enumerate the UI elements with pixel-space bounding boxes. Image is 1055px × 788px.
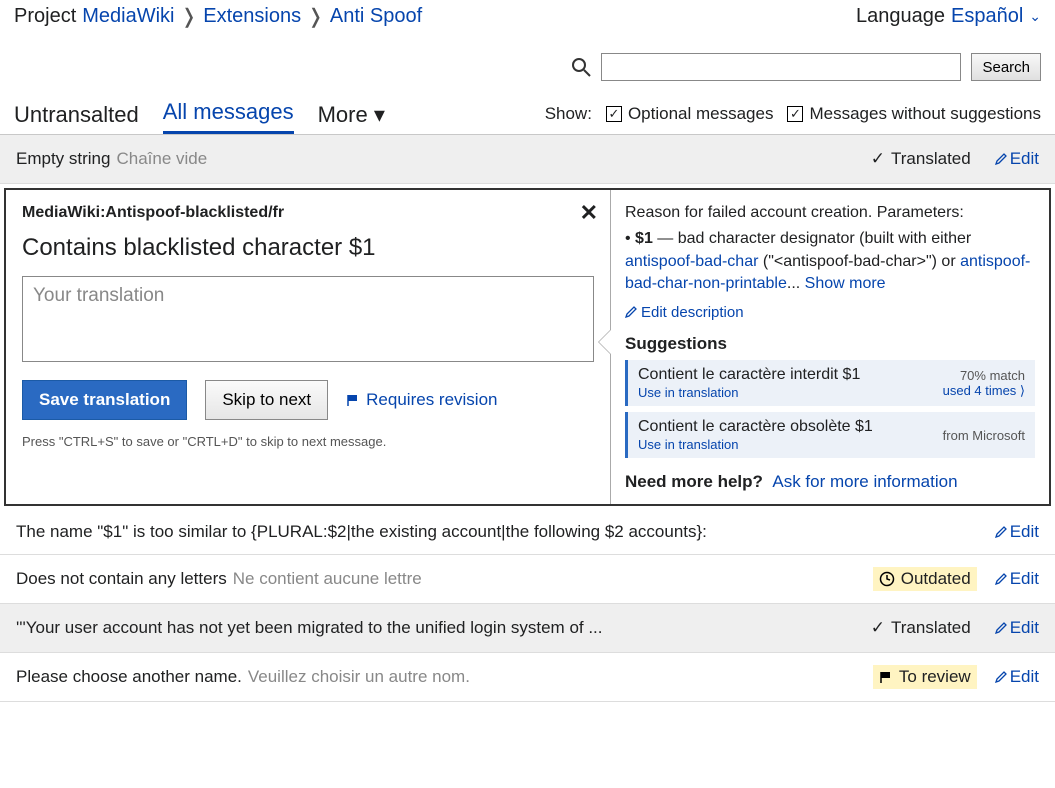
message-row[interactable]: Does not contain any letters Ne contient… (0, 555, 1055, 604)
requires-revision-link[interactable]: Requires revision (346, 390, 497, 410)
message-source: Empty string (16, 149, 110, 169)
edit-link[interactable]: Edit (995, 149, 1039, 169)
suggestion-meta: from Microsoft (943, 428, 1025, 443)
search-input[interactable] (601, 53, 961, 81)
suggestion-item[interactable]: Contient le caractère obsolète $1Use in … (625, 412, 1035, 458)
chevron-down-icon: ⌄ (1029, 8, 1041, 25)
suggestion-meta: 70% matchused 4 times ⟩ (943, 368, 1025, 399)
clock-icon (879, 571, 895, 587)
breadcrumb: Project MediaWiki ❭ Extensions ❭ Anti Sp… (14, 4, 422, 29)
message-row[interactable]: Empty string Chaîne vide ✓Translated Edi… (0, 135, 1055, 184)
breadcrumb-antispoof[interactable]: Anti Spoof (330, 5, 422, 28)
message-translation: Chaîne vide (116, 149, 207, 169)
edit-link[interactable]: Edit (995, 522, 1039, 542)
flag-icon (879, 670, 893, 684)
skip-button[interactable]: Skip to next (205, 380, 328, 420)
message-translation: Ne contient aucune lettre (233, 569, 422, 589)
suggestion-text: Contient le caractère interdit $1 (638, 366, 860, 384)
close-icon[interactable]: ✕ (580, 200, 598, 226)
translation-input[interactable]: Your translation (22, 276, 594, 362)
chevron-right-icon: ❭ (307, 4, 324, 29)
breadcrumb-mediawiki[interactable]: MediaWiki (82, 5, 174, 28)
chevron-right-icon: ❭ (181, 4, 198, 29)
edit-link[interactable]: Edit (995, 618, 1039, 638)
keyboard-hint: Press "CTRL+S" to save or "CRTL+D" to sk… (22, 434, 594, 449)
edit-description-link[interactable]: Edit description (625, 304, 744, 321)
editor-message-title: MediaWiki:Antispoof-blacklisted/fr (22, 204, 594, 222)
language-selector[interactable]: Language Español ⌄ (856, 5, 1041, 28)
check-icon: ✓ (871, 149, 885, 169)
status-translated: ✓Translated (865, 147, 977, 171)
message-translation: Veuillez choisir un autre nom. (248, 667, 470, 687)
message-row[interactable]: '''Your user account has not yet been mi… (0, 604, 1055, 653)
language-label: Language (856, 5, 945, 28)
message-source: Please choose another name. (16, 667, 242, 687)
language-value: Español (951, 5, 1023, 28)
need-more-help: Need more help? Ask for more information (625, 472, 1035, 492)
checkbox-without-suggestions[interactable]: ✓Messages without suggestions (787, 104, 1041, 124)
message-source: Does not contain any letters (16, 569, 227, 589)
translation-editor: MediaWiki:Antispoof-blacklisted/fr ✕ Con… (4, 188, 1051, 506)
caret-down-icon: ▾ (374, 102, 385, 127)
message-description: Reason for failed account creation. Para… (625, 202, 1035, 296)
link-antispoof-bad-char[interactable]: antispoof-bad-char (625, 253, 758, 270)
tab-more[interactable]: More ▾ (318, 102, 385, 134)
edit-link[interactable]: Edit (995, 569, 1039, 589)
check-icon: ✓ (871, 618, 885, 638)
checkbox-optional-messages[interactable]: ✓Optional messages (606, 104, 774, 124)
message-row[interactable]: Please choose another name. Veuillez cho… (0, 653, 1055, 702)
message-source: '''Your user account has not yet been mi… (16, 618, 603, 638)
tab-all-messages[interactable]: All messages (163, 99, 294, 134)
message-row[interactable]: The name "$1" is too similar to {PLURAL:… (0, 510, 1055, 555)
edit-link[interactable]: Edit (995, 667, 1039, 687)
search-icon (571, 57, 591, 77)
tab-untranslated[interactable]: Untransalted (14, 102, 139, 134)
status-to-review: To review (873, 665, 977, 689)
editor-source-text: Contains blacklisted character $1 (22, 234, 594, 262)
suggestion-text: Contient le caractère obsolète $1 (638, 418, 873, 436)
search-button[interactable]: Search (971, 53, 1041, 81)
ask-for-information-link[interactable]: Ask for more information (772, 472, 957, 491)
use-in-translation-link[interactable]: Use in translation (638, 385, 860, 400)
breadcrumb-extensions[interactable]: Extensions (203, 5, 301, 28)
status-translated: ✓Translated (865, 616, 977, 640)
message-source: The name "$1" is too similar to {PLURAL:… (16, 522, 707, 542)
show-more-link[interactable]: Show more (805, 275, 886, 292)
show-label: Show: (545, 104, 592, 124)
suggestion-item[interactable]: Contient le caractère interdit $1Use in … (625, 360, 1035, 406)
pointer-icon (599, 330, 611, 354)
save-translation-button[interactable]: Save translation (22, 380, 187, 420)
suggestions-heading: Suggestions (625, 334, 1035, 354)
breadcrumb-label: Project (14, 5, 76, 28)
status-outdated: Outdated (873, 567, 977, 591)
use-in-translation-link[interactable]: Use in translation (638, 437, 873, 452)
